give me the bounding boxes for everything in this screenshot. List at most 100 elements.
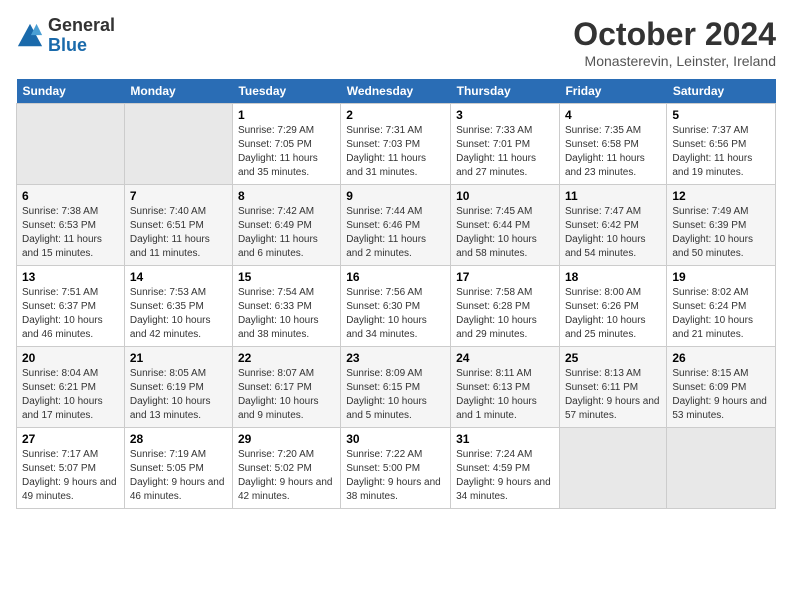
calendar-cell: 20 Sunrise: 8:04 AMSunset: 6:21 PMDaylig… [17,347,125,428]
calendar-cell: 12 Sunrise: 7:49 AMSunset: 6:39 PMDaylig… [667,185,776,266]
calendar-cell: 21 Sunrise: 8:05 AMSunset: 6:19 PMDaylig… [124,347,232,428]
logo-blue: Blue [48,36,115,56]
calendar-cell: 30 Sunrise: 7:22 AMSunset: 5:00 PMDaylig… [341,428,451,509]
calendar-body: 1 Sunrise: 7:29 AMSunset: 7:05 PMDayligh… [17,104,776,509]
weekday-header: Sunday [17,79,125,104]
day-number: 16 [346,270,445,284]
day-number: 2 [346,108,445,122]
day-info: Sunrise: 8:05 AMSunset: 6:19 PMDaylight:… [130,367,227,423]
calendar-cell [559,428,666,509]
day-info: Sunrise: 7:40 AMSunset: 6:51 PMDaylight:… [130,205,227,261]
calendar-cell: 6 Sunrise: 7:38 AMSunset: 6:53 PMDayligh… [17,185,125,266]
logo: General Blue [16,16,115,56]
day-number: 8 [238,189,335,203]
weekday-header: Saturday [667,79,776,104]
day-info: Sunrise: 7:20 AMSunset: 5:02 PMDaylight:… [238,448,335,504]
day-info: Sunrise: 8:00 AMSunset: 6:26 PMDaylight:… [565,286,661,342]
day-number: 23 [346,351,445,365]
day-info: Sunrise: 7:54 AMSunset: 6:33 PMDaylight:… [238,286,335,342]
day-info: Sunrise: 7:33 AMSunset: 7:01 PMDaylight:… [456,124,554,180]
day-info: Sunrise: 7:29 AMSunset: 7:05 PMDaylight:… [238,124,335,180]
day-number: 1 [238,108,335,122]
day-number: 6 [22,189,119,203]
month-title: October 2024 [573,16,776,53]
calendar-cell: 5 Sunrise: 7:37 AMSunset: 6:56 PMDayligh… [667,104,776,185]
day-info: Sunrise: 8:02 AMSunset: 6:24 PMDaylight:… [672,286,770,342]
day-number: 4 [565,108,661,122]
calendar-cell: 8 Sunrise: 7:42 AMSunset: 6:49 PMDayligh… [232,185,340,266]
calendar-cell: 11 Sunrise: 7:47 AMSunset: 6:42 PMDaylig… [559,185,666,266]
calendar-cell: 19 Sunrise: 8:02 AMSunset: 6:24 PMDaylig… [667,266,776,347]
day-info: Sunrise: 7:38 AMSunset: 6:53 PMDaylight:… [22,205,119,261]
calendar-week-row: 1 Sunrise: 7:29 AMSunset: 7:05 PMDayligh… [17,104,776,185]
weekday-header: Monday [124,79,232,104]
logo-text: General Blue [48,16,115,56]
weekday-header: Tuesday [232,79,340,104]
day-number: 12 [672,189,770,203]
calendar-cell: 22 Sunrise: 8:07 AMSunset: 6:17 PMDaylig… [232,347,340,428]
day-info: Sunrise: 7:58 AMSunset: 6:28 PMDaylight:… [456,286,554,342]
weekday-header: Friday [559,79,666,104]
calendar-cell: 14 Sunrise: 7:53 AMSunset: 6:35 PMDaylig… [124,266,232,347]
calendar-cell: 2 Sunrise: 7:31 AMSunset: 7:03 PMDayligh… [341,104,451,185]
day-number: 3 [456,108,554,122]
calendar-cell: 28 Sunrise: 7:19 AMSunset: 5:05 PMDaylig… [124,428,232,509]
day-info: Sunrise: 8:09 AMSunset: 6:15 PMDaylight:… [346,367,445,423]
calendar-cell [124,104,232,185]
day-number: 21 [130,351,227,365]
day-info: Sunrise: 7:19 AMSunset: 5:05 PMDaylight:… [130,448,227,504]
day-info: Sunrise: 7:22 AMSunset: 5:00 PMDaylight:… [346,448,445,504]
day-number: 31 [456,432,554,446]
day-info: Sunrise: 7:56 AMSunset: 6:30 PMDaylight:… [346,286,445,342]
day-number: 15 [238,270,335,284]
day-number: 28 [130,432,227,446]
calendar-header: SundayMondayTuesdayWednesdayThursdayFrid… [17,79,776,104]
day-info: Sunrise: 7:49 AMSunset: 6:39 PMDaylight:… [672,205,770,261]
day-number: 7 [130,189,227,203]
day-info: Sunrise: 7:51 AMSunset: 6:37 PMDaylight:… [22,286,119,342]
calendar-week-row: 6 Sunrise: 7:38 AMSunset: 6:53 PMDayligh… [17,185,776,266]
day-number: 22 [238,351,335,365]
day-info: Sunrise: 8:15 AMSunset: 6:09 PMDaylight:… [672,367,770,423]
calendar-cell: 1 Sunrise: 7:29 AMSunset: 7:05 PMDayligh… [232,104,340,185]
day-number: 14 [130,270,227,284]
day-info: Sunrise: 7:53 AMSunset: 6:35 PMDaylight:… [130,286,227,342]
calendar-week-row: 13 Sunrise: 7:51 AMSunset: 6:37 PMDaylig… [17,266,776,347]
calendar-week-row: 20 Sunrise: 8:04 AMSunset: 6:21 PMDaylig… [17,347,776,428]
logo-icon [16,22,44,50]
day-number: 5 [672,108,770,122]
day-info: Sunrise: 7:44 AMSunset: 6:46 PMDaylight:… [346,205,445,261]
calendar-cell: 29 Sunrise: 7:20 AMSunset: 5:02 PMDaylig… [232,428,340,509]
calendar-cell [17,104,125,185]
day-number: 9 [346,189,445,203]
day-number: 29 [238,432,335,446]
day-info: Sunrise: 7:47 AMSunset: 6:42 PMDaylight:… [565,205,661,261]
day-info: Sunrise: 8:11 AMSunset: 6:13 PMDaylight:… [456,367,554,423]
title-area: October 2024 Monasterevin, Leinster, Ire… [573,16,776,69]
location: Monasterevin, Leinster, Ireland [573,53,776,69]
day-info: Sunrise: 7:24 AMSunset: 4:59 PMDaylight:… [456,448,554,504]
calendar-cell: 9 Sunrise: 7:44 AMSunset: 6:46 PMDayligh… [341,185,451,266]
day-info: Sunrise: 7:17 AMSunset: 5:07 PMDaylight:… [22,448,119,504]
calendar-cell [667,428,776,509]
day-info: Sunrise: 7:45 AMSunset: 6:44 PMDaylight:… [456,205,554,261]
day-number: 18 [565,270,661,284]
calendar-cell: 13 Sunrise: 7:51 AMSunset: 6:37 PMDaylig… [17,266,125,347]
day-number: 27 [22,432,119,446]
weekday-header: Wednesday [341,79,451,104]
day-number: 17 [456,270,554,284]
calendar-cell: 24 Sunrise: 8:11 AMSunset: 6:13 PMDaylig… [451,347,560,428]
day-number: 26 [672,351,770,365]
page-header: General Blue October 2024 Monasterevin, … [16,16,776,69]
calendar-cell: 23 Sunrise: 8:09 AMSunset: 6:15 PMDaylig… [341,347,451,428]
calendar-table: SundayMondayTuesdayWednesdayThursdayFrid… [16,79,776,509]
day-info: Sunrise: 8:07 AMSunset: 6:17 PMDaylight:… [238,367,335,423]
calendar-week-row: 27 Sunrise: 7:17 AMSunset: 5:07 PMDaylig… [17,428,776,509]
day-info: Sunrise: 8:04 AMSunset: 6:21 PMDaylight:… [22,367,119,423]
day-info: Sunrise: 7:31 AMSunset: 7:03 PMDaylight:… [346,124,445,180]
calendar-cell: 15 Sunrise: 7:54 AMSunset: 6:33 PMDaylig… [232,266,340,347]
weekday-header: Thursday [451,79,560,104]
day-number: 11 [565,189,661,203]
day-number: 30 [346,432,445,446]
calendar-cell: 25 Sunrise: 8:13 AMSunset: 6:11 PMDaylig… [559,347,666,428]
